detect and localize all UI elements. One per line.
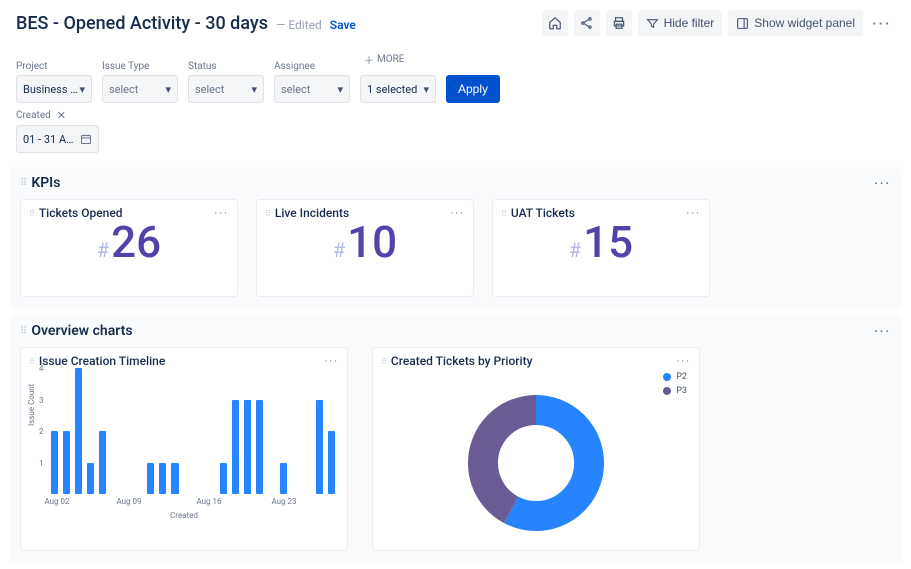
kpi-card: ⠿ Live Incidents ··· #10 [256,199,474,297]
bar-chart: Issue Count Created 1234Aug 02Aug 09Aug … [29,368,339,524]
kpi-card: ⠿ Tickets Opened ··· #26 [20,199,238,297]
bar [256,400,263,495]
bar [87,463,94,495]
bar [63,431,70,494]
chevron-down-icon: ▾ [423,83,429,96]
bar [99,431,106,494]
kpi-title: UAT Tickets [511,206,575,220]
kpis-section-title: KPIs [31,175,60,191]
share-icon[interactable] [574,10,600,36]
card-overflow-icon[interactable]: ··· [324,355,339,368]
x-axis-label: Created [170,511,198,520]
timeline-chart-title: Issue Creation Timeline [39,354,165,368]
created-date-select[interactable]: 01 - 31 A… [16,125,99,153]
y-tick: 4 [39,364,44,373]
y-tick: 2 [39,427,44,436]
y-tick: 3 [39,396,44,405]
drag-handle-icon[interactable]: ⠿ [265,209,271,218]
x-tick: Aug 16 [196,497,221,506]
x-tick: Aug 09 [116,497,141,506]
kpi-title: Live Incidents [275,206,349,220]
drag-handle-icon[interactable]: ⠿ [20,178,25,189]
card-overflow-icon[interactable]: ··· [686,207,701,220]
assignee-select[interactable]: select▾ [274,75,350,103]
status-select[interactable]: select▾ [188,75,264,103]
created-label: Created [16,110,51,121]
hash-icon: # [333,238,345,262]
bar [280,463,287,495]
drag-handle-icon[interactable]: ⠿ [501,209,507,218]
save-button[interactable]: Save [330,18,356,32]
hash-icon: # [97,238,109,262]
project-label: Project [16,61,92,72]
bar [232,400,239,495]
drag-handle-icon[interactable]: ⠿ [29,357,35,366]
bar [159,463,166,495]
show-panel-label: Show widget panel [754,16,855,30]
y-axis-label: Issue Count [27,384,36,426]
legend-swatch-p3 [663,387,671,395]
kpi-value: 10 [347,220,397,264]
chevron-down-icon: ▾ [79,83,85,96]
section-overflow-icon[interactable]: ··· [874,176,891,190]
kpi-value: 15 [583,220,633,264]
bar [147,463,154,495]
bar [51,431,58,494]
hash-icon: # [569,238,581,262]
issue-type-select[interactable]: select▾ [102,75,178,103]
chevron-down-icon: ▾ [165,83,171,96]
chevron-down-icon: ▾ [251,83,257,96]
status-label: Status [188,61,264,72]
legend-swatch-p2 [663,373,671,381]
calendar-icon [80,133,92,145]
timeline-chart-card: ⠿ Issue Creation Timeline ··· Issue Coun… [20,347,348,551]
bar [328,431,335,494]
x-tick: Aug 02 [44,497,69,506]
card-overflow-icon[interactable]: ··· [676,355,691,368]
more-filters-button[interactable]: ＋MORE [360,46,436,72]
hide-filter-button[interactable]: Hide filter [638,10,723,36]
x-tick: Aug 23 [271,497,296,506]
card-overflow-icon[interactable]: ··· [214,207,229,220]
kpi-value: 26 [111,220,161,264]
page-title: BES - Opened Activity - 30 days [16,13,268,34]
chevron-down-icon: ▾ [337,83,343,96]
priority-chart-title: Created Tickets by Priority [391,354,533,368]
bar [220,463,227,495]
bar [244,400,251,495]
more-selected-select[interactable]: 1 selected▾ [360,75,436,103]
project-select[interactable]: Business …▾ [16,75,92,103]
hide-filter-label: Hide filter [664,16,715,30]
home-icon[interactable] [542,10,568,36]
priority-chart-card: ⠿ Created Tickets by Priority ··· P2 P3 [372,347,700,551]
apply-button[interactable]: Apply [446,75,500,103]
bar [171,463,178,495]
donut-chart: P2 P3 [381,368,691,558]
donut-slice [483,410,589,516]
y-tick: 1 [39,459,44,468]
section-overflow-icon[interactable]: ··· [874,324,891,338]
kpi-title: Tickets Opened [39,206,123,220]
bar [75,368,82,494]
card-overflow-icon[interactable]: ··· [450,207,465,220]
edited-indicator: — Edited [276,18,322,32]
drag-handle-icon[interactable]: ⠿ [29,209,35,218]
show-widget-panel-button[interactable]: Show widget panel [728,10,863,36]
drag-handle-icon[interactable]: ⠿ [20,326,25,337]
overview-section-title: Overview charts [31,323,132,339]
issue-type-label: Issue Type [102,61,178,72]
print-icon[interactable] [606,10,632,36]
bar [316,400,323,495]
clear-created-icon[interactable]: ✕ [57,109,66,122]
drag-handle-icon[interactable]: ⠿ [381,357,387,366]
assignee-label: Assignee [274,61,350,72]
overflow-icon[interactable]: ··· [869,10,895,36]
kpi-card: ⠿ UAT Tickets ··· #15 [492,199,710,297]
chart-legend: P2 P3 [663,372,687,400]
plus-icon: ＋ [364,52,374,67]
